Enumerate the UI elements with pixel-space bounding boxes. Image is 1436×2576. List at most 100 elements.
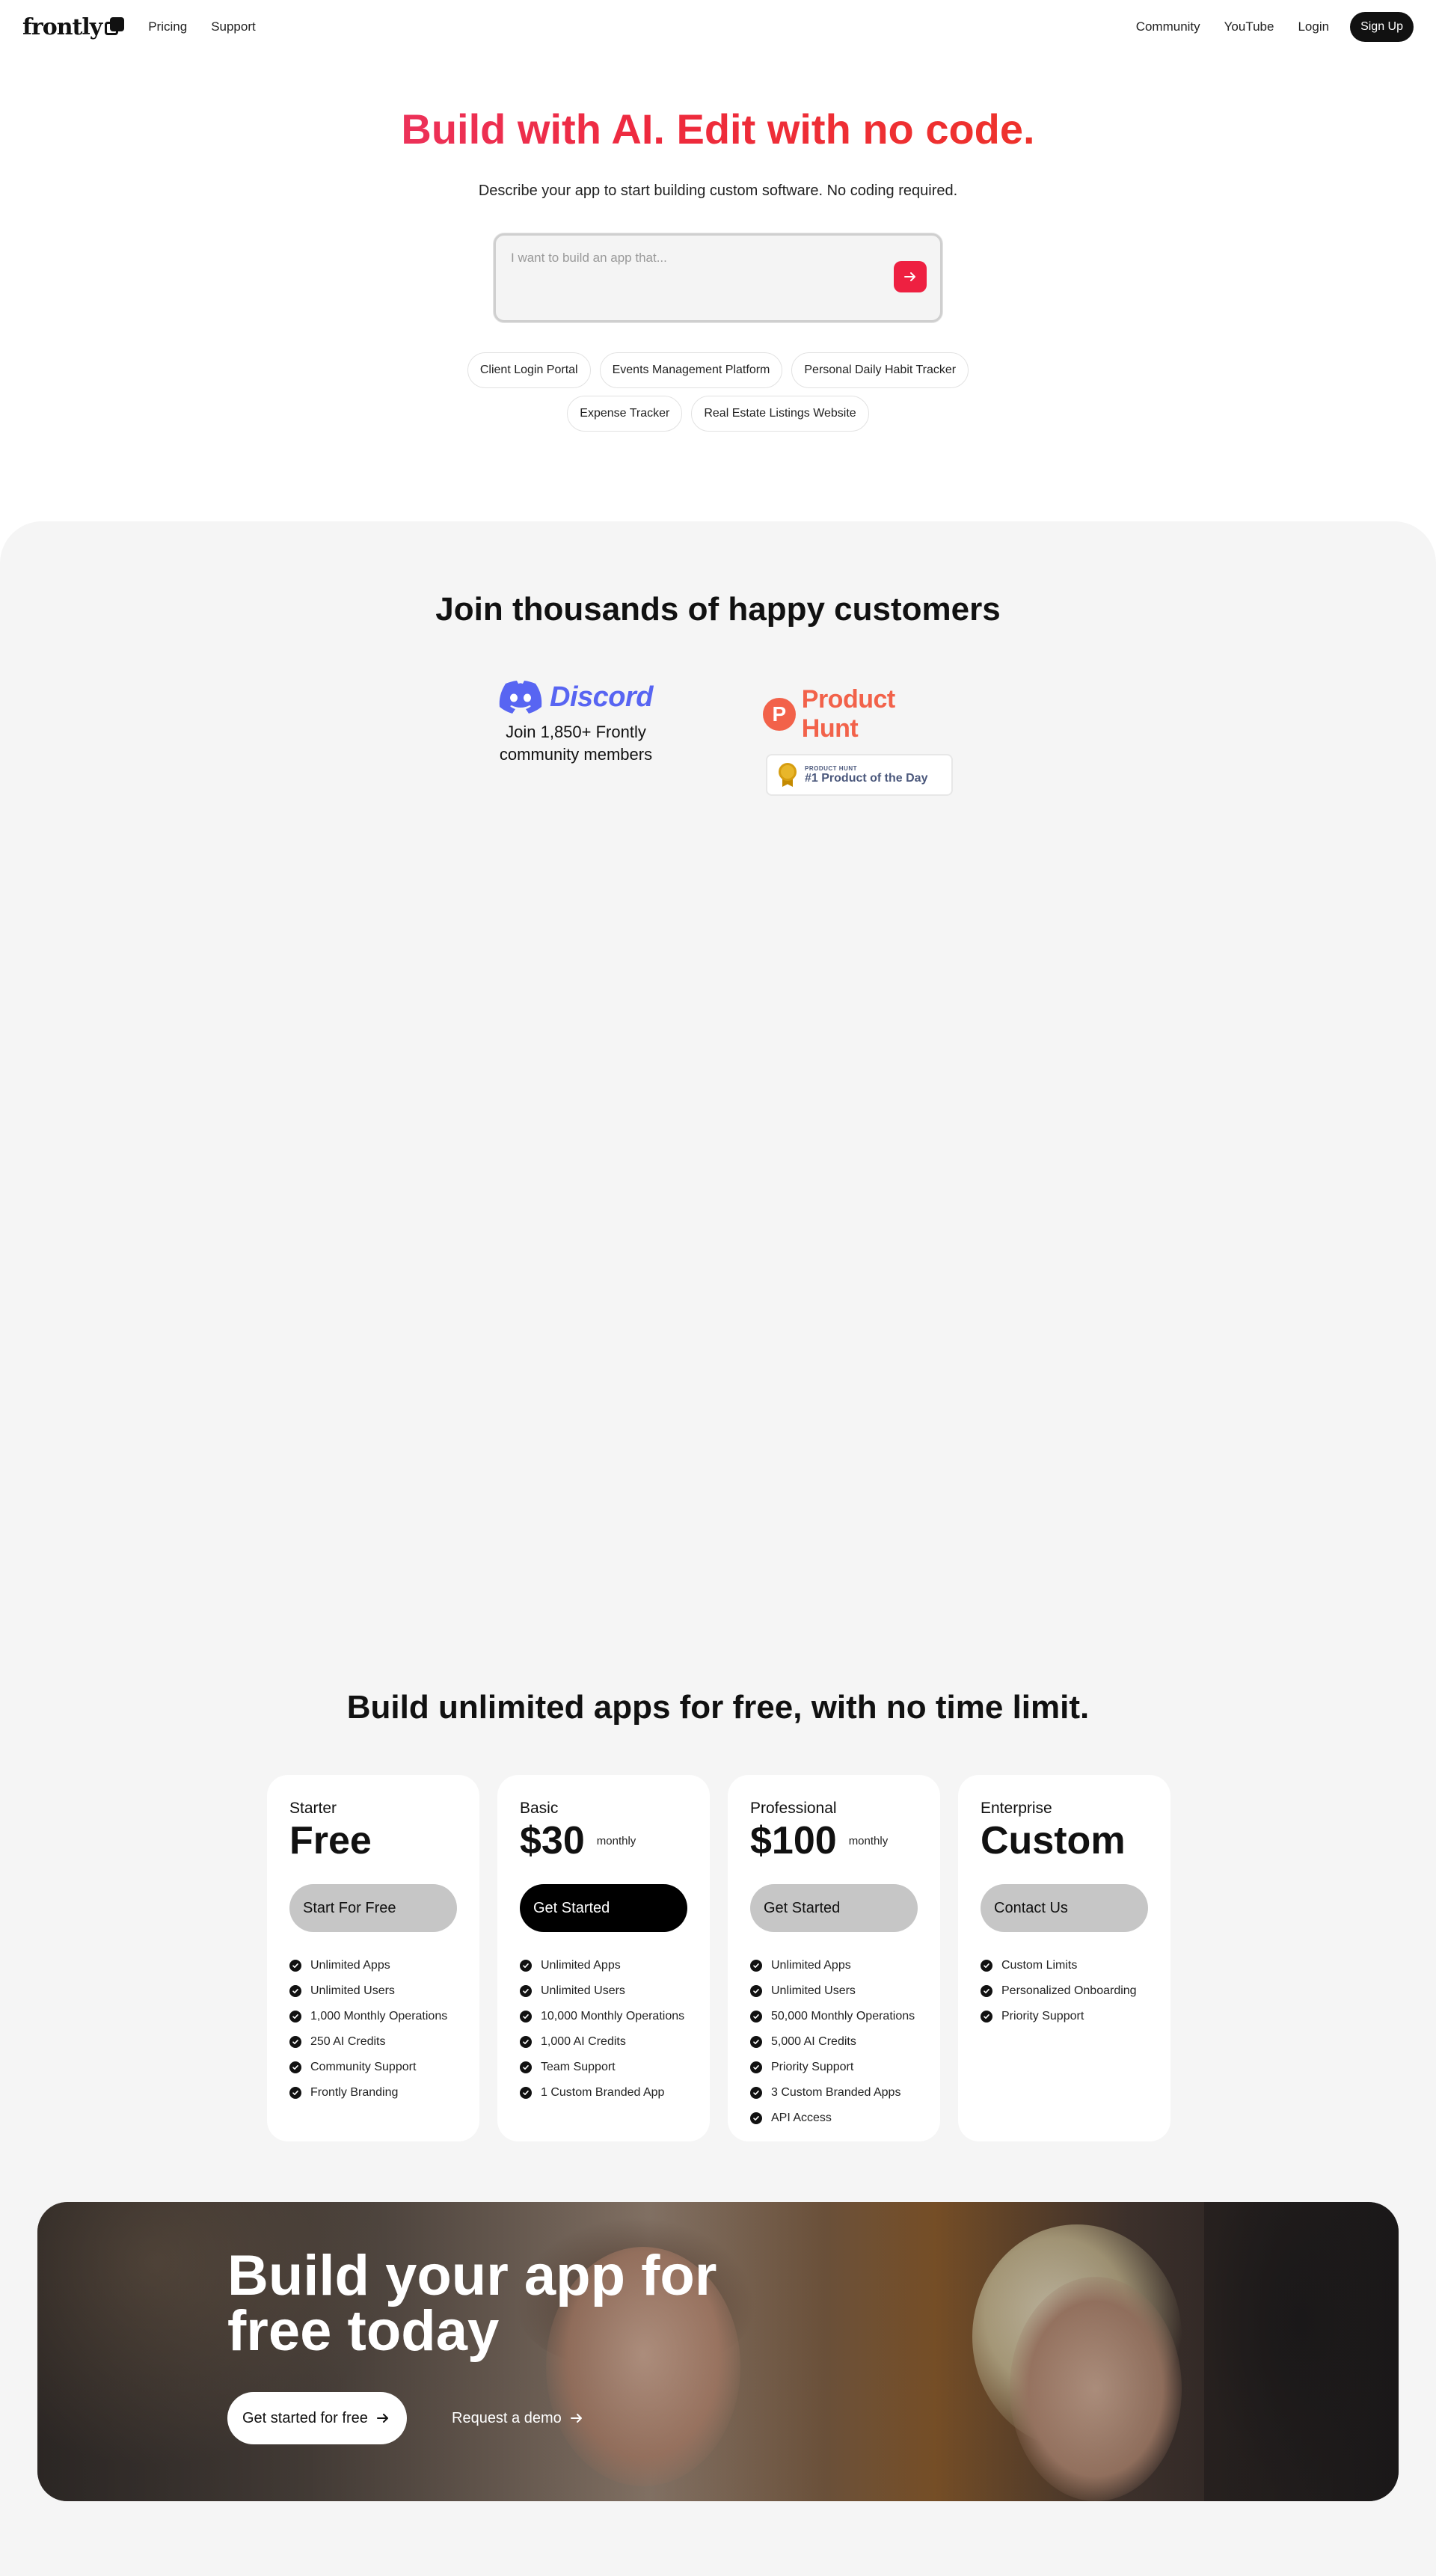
get-started-free-button[interactable]: Get started for free [227,2392,407,2444]
frontly-logo[interactable]: frontly [22,13,125,40]
plan-cta-button[interactable]: Get Started [750,1884,918,1932]
plan-feature: 1 Custom Branded App [520,2080,684,2106]
plan-feature: 1,000 Monthly Operations [289,2004,447,2029]
plan-feature-label: Custom Limits [1001,1959,1078,1972]
suggestion-chip[interactable]: Client Login Portal [467,352,591,388]
medal-icon [778,763,797,787]
top-nav: frontly Pricing Support Community YouTub… [0,0,1436,54]
pricing-card: Starter Free Start For Free Unlimited Apps U… [267,1775,479,2141]
discord-wordmark: Discord [550,681,653,713]
cta-primary-label: Get started for free [242,2409,368,2426]
plan-feature: Personalized Onboarding [981,1978,1137,2004]
check-circle-icon [750,2011,762,2023]
hero-title: Build with AI. Edit with no code. [0,105,1436,153]
nav-link-community[interactable]: Community [1136,19,1200,34]
plan-price: Custom [981,1818,1126,1863]
plan-feature-label: 250 AI Credits [310,2035,386,2048]
plan-cta-button[interactable]: Start For Free [289,1884,457,1932]
product-hunt[interactable]: P Product Hunt PRODUCT HUNT #1 Product o… [763,685,957,796]
check-circle-icon [289,2011,301,2023]
plan-cta-button[interactable]: Get Started [520,1884,687,1932]
check-circle-icon [289,2087,301,2099]
nav-link-pricing[interactable]: Pricing [148,19,187,34]
badge-source-label: PRODUCT HUNT [805,764,857,772]
plan-feature: Unlimited Apps [520,1953,684,1978]
plan-feature-label: API Access [771,2112,832,2124]
logo-mark-icon [105,17,125,37]
hero-subtitle: Describe your app to start building cust… [478,183,958,199]
suggestion-chips-row-1: Client Login Portal Events Management Pl… [0,352,1436,388]
pricing-card: Basic $30 monthly Get Started Unlimited Apps… [497,1775,710,2141]
plan-feature-label: Unlimited Apps [310,1959,390,1972]
plan-feature: Unlimited Users [289,1978,447,2004]
discord-icon [499,681,542,714]
plan-price-amount: $100 [750,1819,837,1862]
logo-wordmark: frontly [22,13,102,40]
prompt-placeholder: I want to build an app that... [511,251,667,265]
check-circle-icon [520,2036,532,2048]
nav-link-support[interactable]: Support [211,19,256,34]
submit-prompt-button[interactable] [894,261,927,292]
pricing-plans: Starter Free Start For Free Unlimited Apps U… [267,1775,1170,2141]
plan-feature-list: Unlimited Apps Unlimited Users 1,000 Month… [289,1953,447,2106]
plan-feature: Unlimited Apps [750,1953,915,1978]
product-of-the-day-badge[interactable]: PRODUCT HUNT #1 Product of the Day [766,754,953,796]
check-circle-icon [981,2011,992,2023]
arrow-right-icon [376,2414,388,2423]
plan-feature-label: 5,000 AI Credits [771,2035,856,2048]
plan-feature-list: Custom Limits Personalized Onboarding Prio… [981,1953,1137,2029]
nav-right: Community YouTube Login Sign Up [1112,12,1414,42]
plan-feature: 50,000 Monthly Operations [750,2004,915,2029]
suggestion-chip[interactable]: Expense Tracker [567,396,683,432]
plan-cta-button[interactable]: Contact Us [981,1884,1148,1932]
check-circle-icon [981,1960,992,1972]
app-prompt-input[interactable]: I want to build an app that... [494,233,942,322]
plan-feature: Unlimited Users [520,1978,684,2004]
discord-community[interactable]: Discord Join 1,850+ Frontly community me… [479,681,673,766]
plan-name: Basic [520,1800,559,1817]
plan-feature: Team Support [520,2055,684,2080]
nav-link-login[interactable]: Login [1298,19,1329,34]
plan-price: Free [289,1818,372,1863]
plan-feature: 10,000 Monthly Operations [520,2004,684,2029]
product-hunt-logo: P Product Hunt [763,685,957,743]
suggestion-chip[interactable]: Real Estate Listings Website [691,396,869,432]
product-hunt-wordmark: Product Hunt [801,685,895,743]
signup-button[interactable]: Sign Up [1350,12,1414,42]
arrow-right-icon [904,272,915,281]
plan-name: Starter [289,1800,337,1817]
plan-feature: Custom Limits [981,1953,1137,1978]
plan-price-amount: Free [289,1819,372,1862]
check-circle-icon [289,1985,301,1997]
check-circle-icon [520,2087,532,2099]
check-circle-icon [520,2011,532,2023]
plan-feature: Priority Support [750,2055,915,2080]
pricing-card: Enterprise Custom Contact Us Custom Limits P… [958,1775,1170,2141]
plan-feature: API Access [750,2106,915,2131]
plan-feature-label: Priority Support [1001,2010,1084,2023]
plan-feature-list: Unlimited Apps Unlimited Users 50,000 Mont… [750,1953,915,2131]
plan-feature-label: Personalized Onboarding [1001,1984,1137,1997]
suggestion-chip[interactable]: Personal Daily Habit Tracker [791,352,969,388]
plan-feature-label: 10,000 Monthly Operations [541,2010,685,2023]
plan-feature: Community Support [289,2055,447,2080]
plan-price-amount: Custom [981,1819,1126,1862]
plan-feature-label: Unlimited Apps [541,1959,621,1972]
plan-feature: 1,000 AI Credits [520,2029,684,2055]
plan-feature: 5,000 AI Credits [750,2029,915,2055]
product-hunt-icon: P [763,698,796,731]
check-circle-icon [289,2036,301,2048]
check-circle-icon [750,2112,762,2124]
check-circle-icon [750,2036,762,2048]
cta-title-line-1: Build your app for [227,2244,717,2307]
plan-name: Enterprise [981,1800,1052,1817]
pricing-title: Build unlimited apps for free, with no t… [346,1689,1090,1726]
arrow-right-icon [570,2414,582,2423]
suggestion-chips-row-2: Expense Tracker Real Estate Listings Web… [0,396,1436,432]
request-demo-button[interactable]: Request a demo [452,2392,584,2444]
nav-link-youtube[interactable]: YouTube [1224,19,1274,34]
plan-feature-label: Unlimited Users [310,1984,395,1997]
suggestion-chip[interactable]: Events Management Platform [599,352,783,388]
plan-feature-label: 1,000 Monthly Operations [310,2010,448,2023]
plan-price-amount: $30 [520,1819,585,1862]
